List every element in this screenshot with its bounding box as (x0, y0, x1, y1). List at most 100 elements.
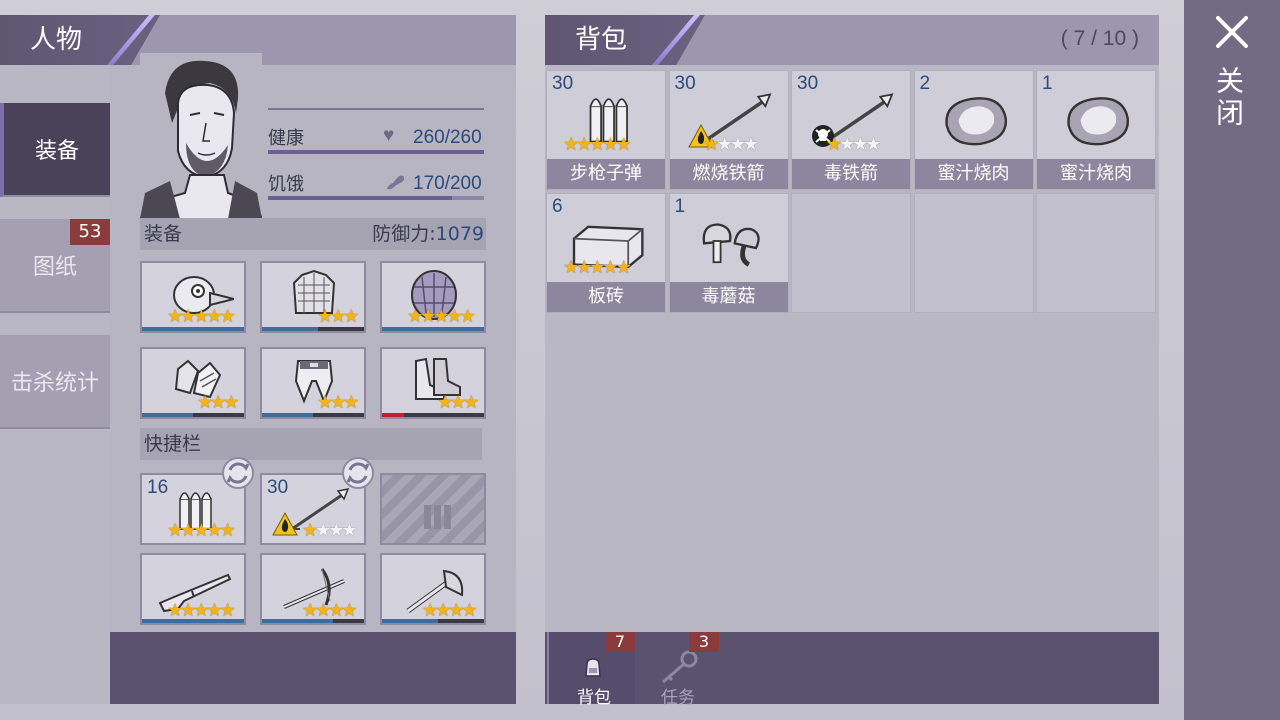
star-filled-icon: ★ (167, 306, 183, 326)
durability-bar (262, 413, 364, 417)
star-filled-icon: ★ (433, 306, 449, 326)
equipment-slot[interactable]: ★★★★★ (380, 261, 486, 333)
backpack-item[interactable]: 30 ★★★★ 毒铁箭 (791, 70, 911, 190)
star-filled-icon: ★ (343, 392, 359, 412)
star-filled-icon: ★ (317, 306, 333, 326)
star-filled-icon: ★ (615, 257, 632, 277)
durability-bar (382, 619, 484, 623)
star-filled-icon: ★ (602, 257, 618, 277)
durability-bar-fill (262, 619, 334, 623)
durability-bar-fill (142, 619, 244, 623)
item-quantity: 30 (552, 73, 574, 94)
tab-kill-stats[interactable]: 击杀统计 (0, 335, 110, 429)
equipment-slot[interactable]: ★★★ (260, 261, 366, 333)
defense-label: 防御力: (372, 223, 436, 245)
backpack-empty-slot[interactable] (791, 193, 911, 313)
hunger-label: 饥饿 (268, 174, 304, 195)
item-name: 毒铁箭 (792, 159, 910, 189)
key-icon (662, 650, 698, 684)
tab-blueprints-label: 图纸 (32, 255, 77, 280)
hunger-value: 170/200 (413, 173, 482, 194)
star-filled-icon: ★ (576, 257, 592, 277)
backpack-title: 背包 (545, 15, 705, 65)
backpack-capacity: ( 7 / 10 ) (1060, 27, 1139, 50)
star-empty-icon: ★ (315, 520, 331, 540)
swap-icon[interactable] (220, 455, 256, 491)
backpack-empty-slot[interactable] (913, 193, 1034, 313)
star-rating: ★★★★★ (167, 520, 236, 540)
heart-icon: ♥ (383, 125, 395, 146)
star-filled-icon: ★ (219, 520, 236, 540)
hunger-bar (268, 196, 484, 200)
star-empty-icon: ★ (341, 520, 357, 540)
tab-kill-stats-label: 击杀统计 (10, 371, 99, 396)
star-empty-icon: ★ (328, 520, 344, 540)
star-rating: ★★★★ (703, 134, 760, 154)
fire-icon (272, 511, 298, 536)
tab-equipment[interactable]: 装备 (0, 103, 110, 197)
hotbar-slot[interactable]: ★★★★ (260, 553, 366, 625)
backpack-item[interactable]: 1 毒蘑菇 (668, 193, 789, 313)
close-icon[interactable] (1214, 14, 1250, 50)
item-quantity: 6 (552, 196, 563, 217)
equipment-slot[interactable]: ★★★ (380, 347, 486, 419)
star-empty-icon: ★ (852, 134, 868, 154)
equipment-slot[interactable]: ★★★ (260, 347, 366, 419)
star-rating: ★★★★ (302, 600, 358, 620)
bottom-tab-quests[interactable]: 任务 3 (635, 632, 723, 708)
star-empty-icon: ★ (729, 134, 746, 154)
durability-bar (262, 619, 364, 623)
close-label[interactable]: 关闭 (1212, 66, 1248, 130)
item-quantity: 2 (919, 73, 931, 94)
close-column[interactable]: 关闭 (1184, 0, 1280, 720)
mushroom-icon (702, 223, 760, 267)
backpack-item[interactable]: 30 ★★★★★ 步枪子弹 (546, 70, 666, 190)
star-filled-icon: ★ (450, 392, 466, 412)
character-content: 健康 ♥ 260/260 饥饿 170/200 装备 防御力:1079 快捷栏 … (110, 53, 516, 632)
star-filled-icon: ★ (343, 306, 359, 326)
star-filled-icon: ★ (328, 600, 344, 620)
star-filled-icon: ★ (330, 306, 346, 326)
equipment-label: 装备 (144, 223, 183, 245)
star-filled-icon: ★ (330, 392, 346, 412)
star-filled-icon: ★ (589, 134, 605, 154)
equipment-slot[interactable]: ★★★ (140, 347, 246, 419)
star-filled-icon: ★ (563, 134, 579, 154)
bottom-tab-backpack-label: 背包 (577, 688, 611, 708)
hotbar-section-header: 快捷栏 (140, 428, 482, 460)
drumstick-icon (387, 175, 405, 190)
star-filled-icon: ★ (589, 257, 605, 277)
hotbar-slot[interactable]: ★★★★ (380, 553, 486, 625)
star-filled-icon: ★ (407, 306, 423, 326)
star-rating: ★★★★ (826, 134, 882, 154)
star-empty-icon: ★ (716, 134, 733, 154)
star-filled-icon: ★ (703, 134, 720, 154)
star-rating: ★★★★ (422, 601, 478, 619)
backpack-tab-badge: 7 (605, 632, 635, 652)
equipment-slot[interactable]: ★★★★★ (140, 261, 246, 333)
star-rating: ★★★★★ (167, 306, 236, 326)
backpack-empty-slot[interactable] (1036, 193, 1156, 313)
item-quantity: 30 (267, 477, 289, 498)
star-filled-icon: ★ (315, 600, 331, 620)
blueprints-badge: 53 (70, 219, 110, 245)
durability-bar (262, 327, 364, 331)
hotbar-slot[interactable] (380, 473, 486, 545)
stats-divider (268, 108, 484, 110)
backpack-footer: 背包 7 任务 3 (545, 632, 1159, 708)
bottom-tab-backpack[interactable]: 背包 7 (547, 632, 635, 708)
star-filled-icon: ★ (446, 306, 462, 326)
health-label: 健康 (268, 128, 304, 149)
backpack-item[interactable]: 2 蜜汁烧肉 (913, 70, 1034, 190)
backpack-item[interactable]: 30 ★★★★ 燃烧铁箭 (668, 70, 789, 190)
item-name: 步枪子弹 (547, 159, 665, 189)
tab-equipment-label: 装备 (34, 139, 79, 164)
durability-bar (142, 619, 244, 623)
durability-bar (142, 327, 244, 331)
backpack-item[interactable]: 6 ★★★★★ 板砖 (546, 193, 666, 313)
star-rating: ★★★ (317, 392, 359, 412)
hotbar-slot[interactable]: ★★★★★ (140, 553, 246, 625)
swap-icon[interactable] (340, 455, 376, 491)
backpack-item[interactable]: 1 蜜汁烧肉 (1036, 70, 1156, 190)
tab-blueprints[interactable]: 图纸 53 (0, 219, 110, 313)
